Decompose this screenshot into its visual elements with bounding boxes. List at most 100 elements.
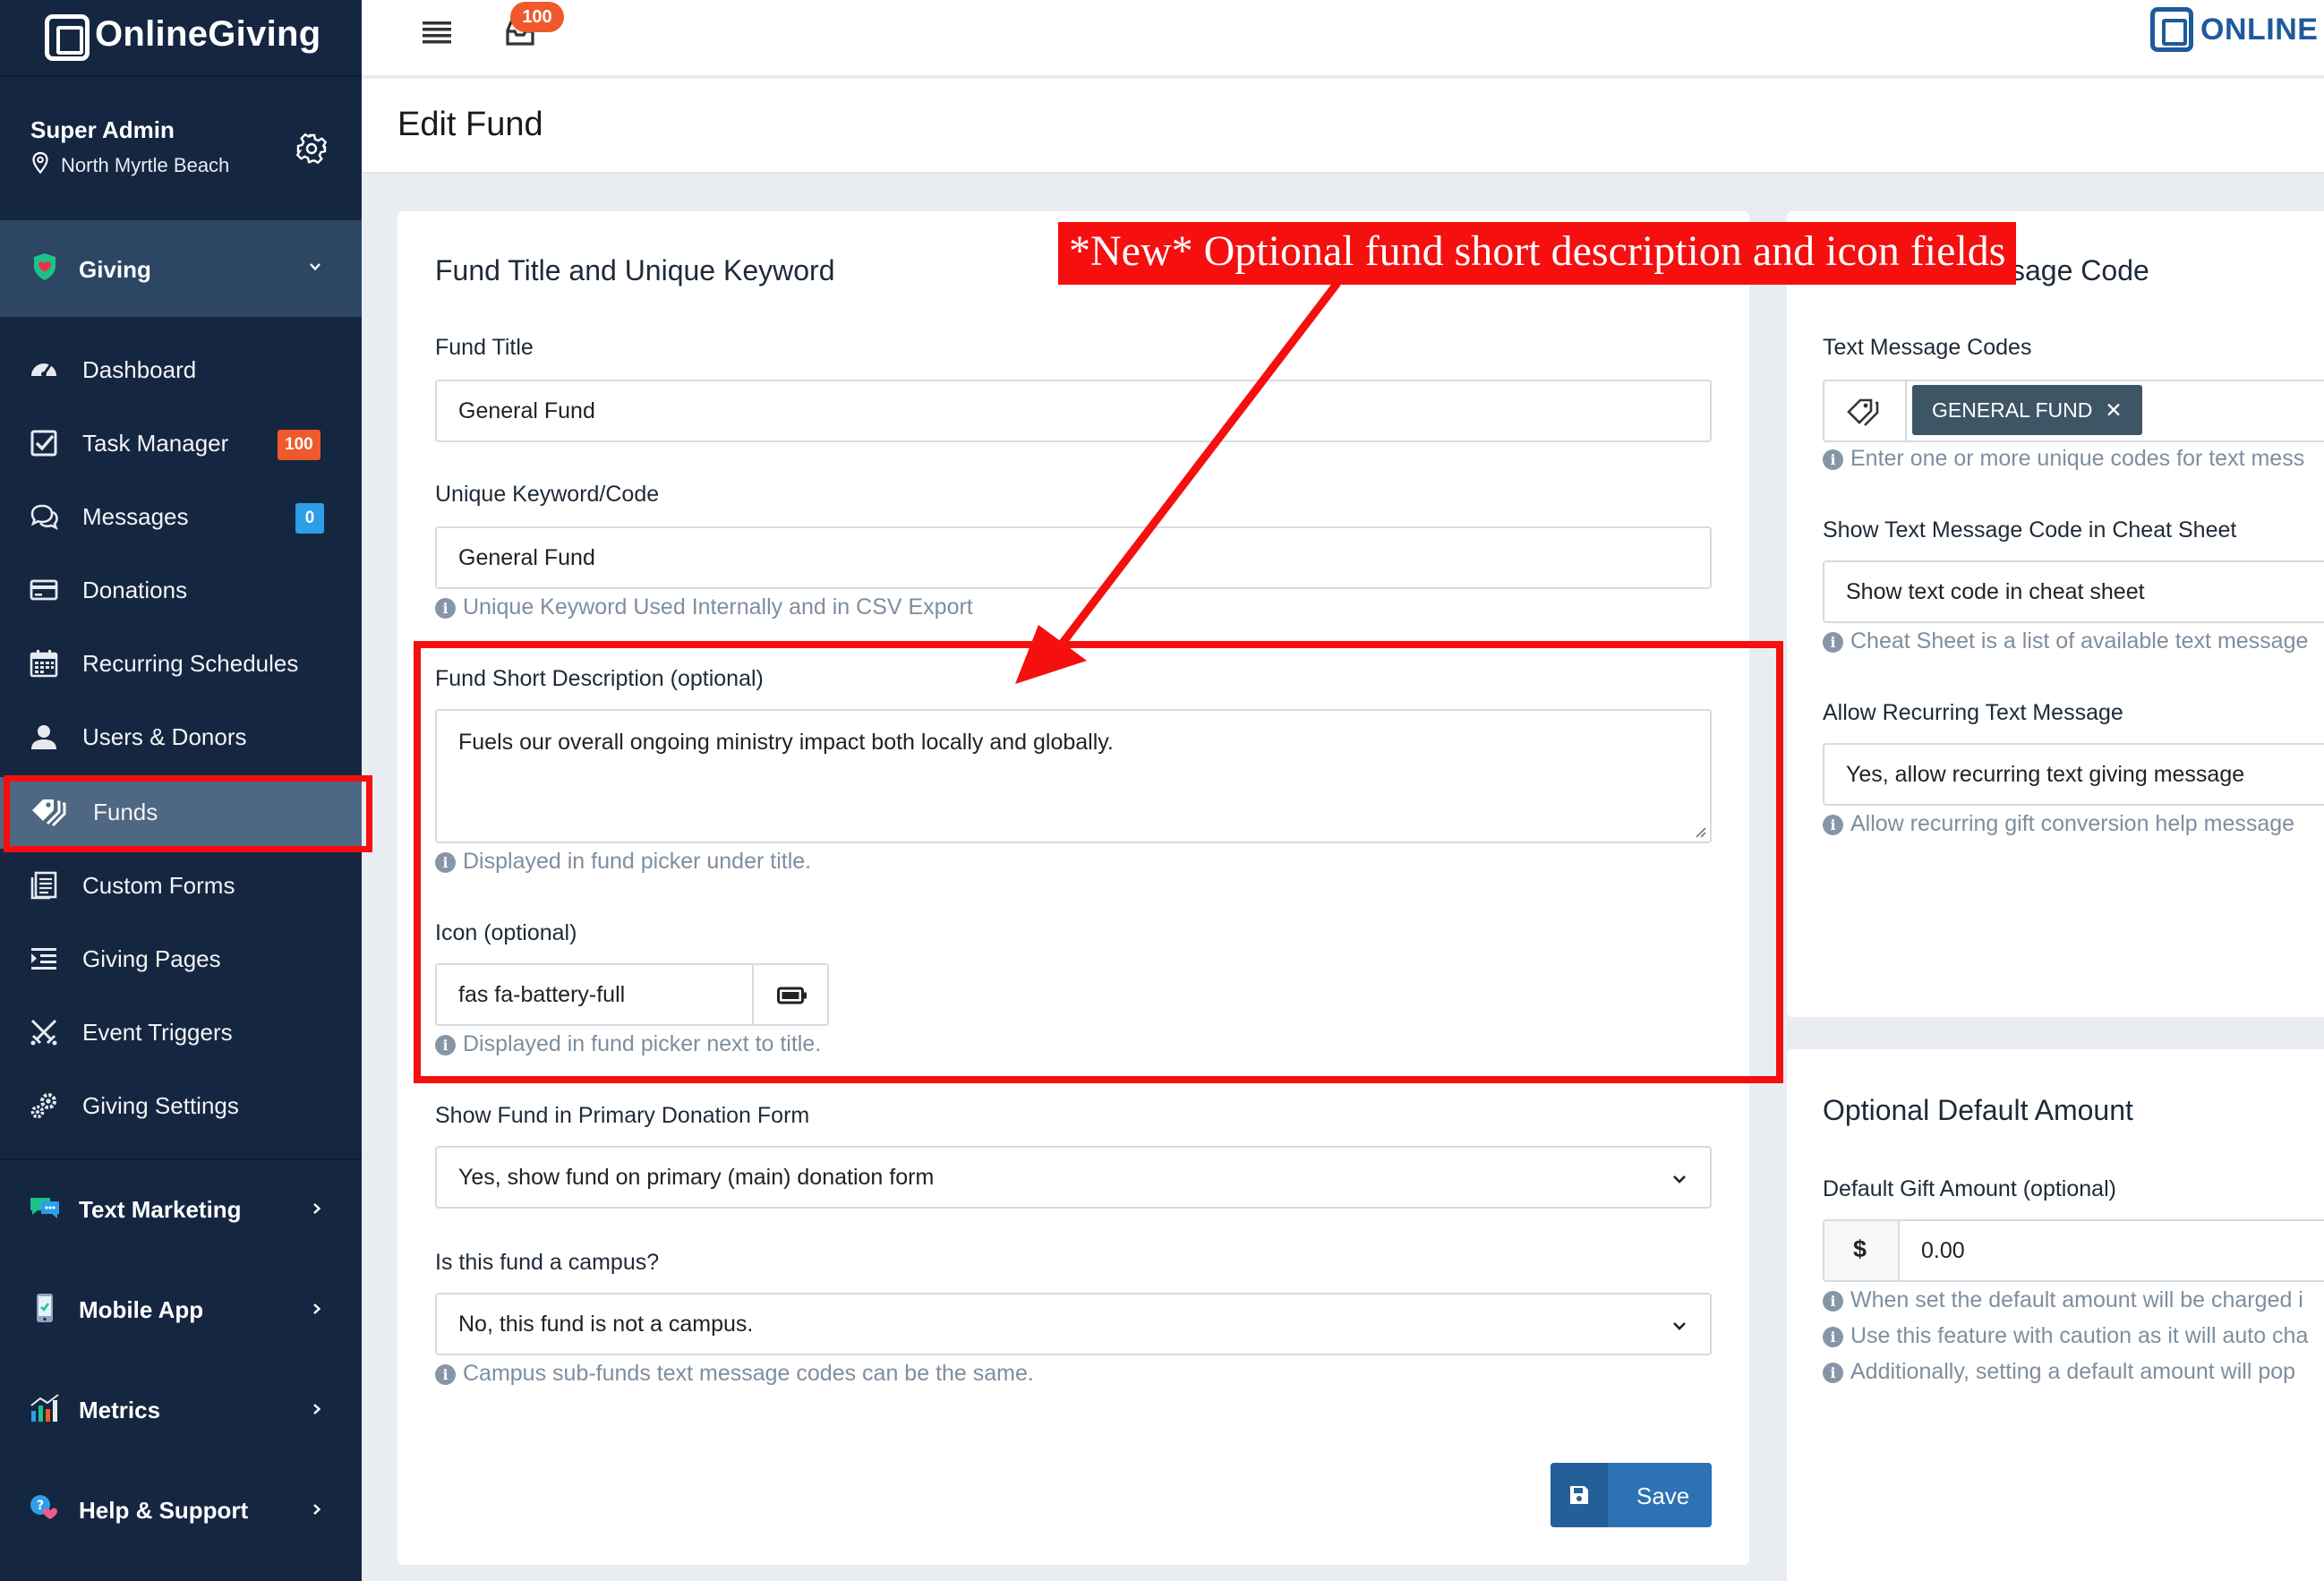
sidebar-item-giving-pages[interactable]: Giving Pages [0, 924, 362, 996]
sidebar-group-metrics[interactable]: Metrics [0, 1364, 362, 1454]
top-logo-text: ONLINE [2200, 13, 2319, 47]
tag-icon-addon [1823, 380, 1907, 442]
dashboard-gauge-icon [31, 363, 56, 377]
sidebar-group-text-marketing[interactable]: Text Marketing [0, 1164, 362, 1253]
settings-gear-icon[interactable] [295, 132, 328, 165]
calendar-icon [30, 650, 58, 678]
chevron-down-icon [310, 263, 320, 271]
map-pin-icon [32, 152, 48, 174]
gears-icon [30, 1093, 56, 1119]
save-button-label: Save [1636, 1483, 1690, 1509]
sidebar-group-label: Metrics [79, 1397, 161, 1423]
onlinegiving-logo-icon [2150, 7, 2193, 52]
cheat-sheet-select[interactable]: Show text code in cheat sheet [1823, 560, 2324, 623]
info-icon: i [1823, 1327, 1843, 1347]
annotation-funds-highlight [4, 775, 372, 852]
sidebar-item-event-triggers[interactable]: Event Triggers [0, 997, 362, 1069]
info-icon: i [1823, 632, 1843, 653]
checkbox-icon [30, 430, 57, 457]
sidebar-item-label: Giving Pages [82, 945, 221, 972]
bar-chart-icon [30, 1394, 59, 1422]
save-icon-wrap [1551, 1463, 1608, 1527]
text-codes-help: i Enter one or more unique codes for text… [1823, 446, 2304, 472]
chevron-down-icon [1673, 1322, 1686, 1330]
help-chat-icon: ? [30, 1495, 57, 1519]
sidebar-item-label: Messages [82, 503, 189, 530]
task-count-badge: 100 [278, 430, 320, 460]
campus-label: Is this fund a campus? [435, 1250, 660, 1275]
info-icon: i [1823, 449, 1843, 470]
messages-count-badge: 0 [295, 503, 324, 534]
sidebar-item-messages[interactable]: Messages 0 [0, 482, 362, 553]
sidebar-group-help-support[interactable]: ? Help & Support [0, 1465, 362, 1554]
chat-icon [30, 504, 58, 531]
chevron-down-icon [1673, 1175, 1686, 1184]
user-location: North Myrtle Beach [61, 154, 230, 176]
fund-card-title: Fund Title and Unique Keyword [435, 254, 835, 286]
show-primary-label: Show Fund in Primary Donation Form [435, 1103, 810, 1128]
text-codes-label: Text Message Codes [1823, 335, 2032, 360]
page-header: Edit Fund [362, 79, 2324, 174]
save-button[interactable]: Save [1551, 1463, 1712, 1527]
sidebar-item-label: Giving Settings [82, 1092, 239, 1119]
sidebar-item-label: Custom Forms [82, 872, 235, 899]
recurring-text-select[interactable]: Yes, allow recurring text giving message [1823, 743, 2324, 806]
sidebar-item-label: Event Triggers [82, 1019, 233, 1046]
sidebar-item-custom-forms[interactable]: Custom Forms [0, 850, 362, 922]
sidebar-item-donations[interactable]: Donations [0, 555, 362, 627]
keyword-help-text: Unique Keyword Used Internally and in CS… [463, 594, 973, 620]
sidebar-group-label: Mobile App [79, 1296, 204, 1323]
cheat-sheet-help-text: Cheat Sheet is a list of available text … [1850, 628, 2309, 654]
keyword-input[interactable]: General Fund [435, 526, 1712, 589]
chevron-right-icon [313, 1504, 321, 1515]
annotation-highlight-box [414, 641, 1783, 1083]
fund-title-label: Fund Title [435, 335, 534, 360]
sidebar-item-users-donors[interactable]: Users & Donors [0, 702, 362, 773]
fund-title-input[interactable]: General Fund [435, 380, 1712, 442]
default-amount-help-text: Use this feature with caution as it will… [1850, 1323, 2309, 1348]
sidebar-group-label: Text Marketing [79, 1196, 242, 1223]
mobile-phone-icon [37, 1294, 53, 1322]
campus-select[interactable]: No, this fund is not a campus. [435, 1293, 1712, 1355]
default-amount-help-text: Additionally, setting a default amount w… [1850, 1359, 2296, 1384]
show-primary-selected: Yes, show fund on primary (main) donatio… [458, 1165, 935, 1190]
campus-help-text: Campus sub-funds text message codes can … [463, 1361, 1034, 1386]
sidebar-group-mobile-app[interactable]: Mobile App [0, 1264, 362, 1354]
default-amount-card [1787, 1049, 2324, 1581]
sidebar-group-label: Help & Support [79, 1497, 249, 1524]
default-amount-label: Default Gift Amount (optional) [1823, 1176, 2116, 1201]
text-code-tag[interactable]: GENERAL FUND ✕ [1912, 385, 2142, 435]
sidebar-item-task-manager[interactable]: Task Manager 100 [0, 408, 362, 480]
info-icon: i [1823, 815, 1843, 835]
sidebar-item-giving-settings[interactable]: Giving Settings [0, 1071, 362, 1142]
nav-section-giving[interactable]: Giving [0, 220, 362, 317]
default-amount-help-1: i When set the default amount will be cha… [1823, 1287, 2303, 1313]
forms-icon [30, 871, 57, 900]
default-amount-help-2: i Use this feature with caution as it wil… [1823, 1323, 2308, 1349]
campus-help: i Campus sub-funds text message codes can… [435, 1361, 1034, 1387]
currency-symbol: $ [1853, 1235, 1867, 1262]
hamburger-menu-icon[interactable] [423, 20, 451, 45]
sidebar-item-label: Dashboard [82, 356, 197, 383]
default-amount-help-text: When set the default amount will be char… [1850, 1287, 2303, 1312]
sidebar-item-recurring-schedules[interactable]: Recurring Schedules [0, 628, 362, 700]
text-codes-help-text: Enter one or more unique codes for text … [1850, 446, 2305, 471]
default-amount-input[interactable]: 0.00 [1898, 1219, 2324, 1282]
recurring-text-help-text: Allow recurring gift conversion help mes… [1850, 811, 2295, 836]
chevron-right-icon [313, 1404, 321, 1414]
text-code-card-title: sage Code [2011, 254, 2149, 286]
top-bar: 100 ONLINE [362, 0, 2324, 77]
remove-tag-icon[interactable]: ✕ [2105, 398, 2122, 422]
info-icon: i [435, 598, 456, 619]
sms-chat-icon [30, 1198, 59, 1218]
show-primary-select[interactable]: Yes, show fund on primary (main) donatio… [435, 1146, 1712, 1209]
brand-logo[interactable]: OnlineGiving [0, 0, 362, 77]
sidebar-divider [0, 1158, 362, 1160]
nav-section-label: Giving [79, 256, 151, 283]
sidebar-item-label: Task Manager [82, 430, 229, 457]
chevron-right-icon [313, 1303, 321, 1314]
notification-count-badge: 100 [510, 2, 564, 32]
svg-text:?: ? [37, 1499, 44, 1513]
page-title: Edit Fund [397, 106, 543, 143]
sidebar-item-dashboard[interactable]: Dashboard [0, 335, 362, 406]
